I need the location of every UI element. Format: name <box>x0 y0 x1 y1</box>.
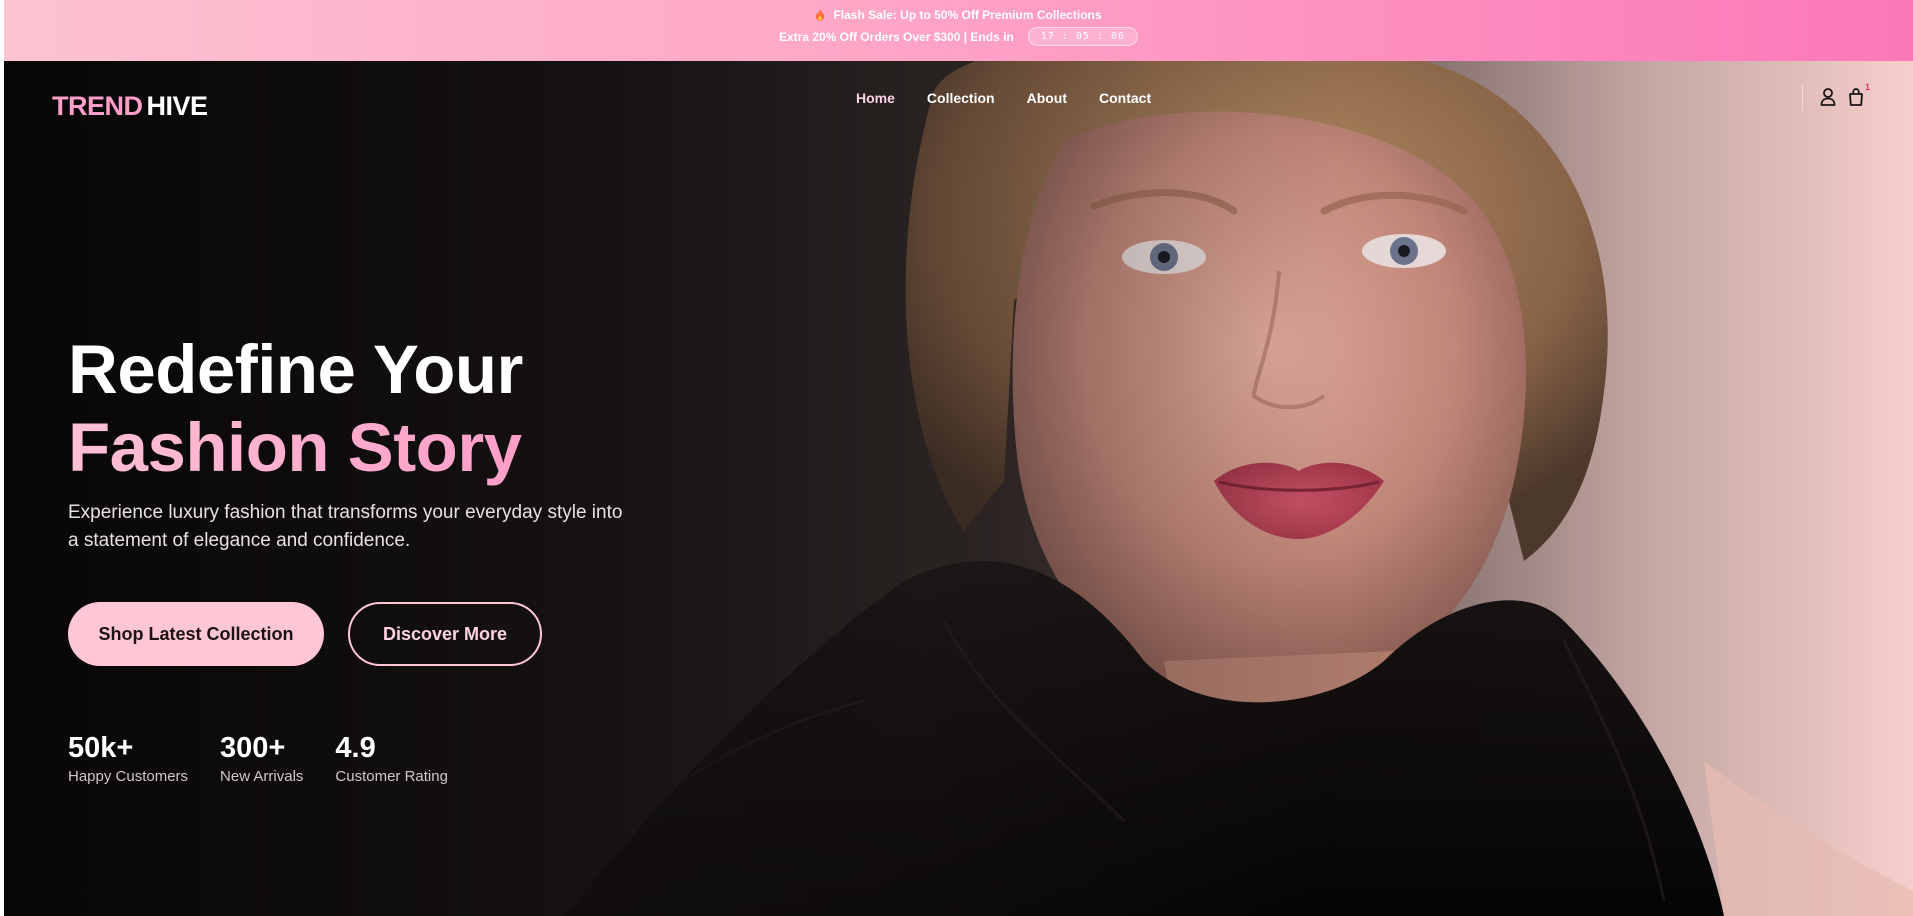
nav-icons: 1 <box>1819 82 1870 108</box>
hero-stats: 50k+ Happy Customers 300+ New Arrivals 4… <box>68 731 448 787</box>
cart-count-badge: 1 <box>1864 82 1870 92</box>
hero-headline: Redefine Your Fashion Story <box>68 331 523 487</box>
stat-value: 300+ <box>220 732 286 764</box>
brand-logo-part-1: TREND <box>52 91 143 121</box>
stat-value: 50k+ <box>68 732 134 764</box>
headline-line-1: Redefine Your <box>68 331 523 408</box>
nav-contact[interactable]: Contact <box>1099 90 1151 106</box>
nav-collection[interactable]: Collection <box>927 90 995 106</box>
nav-divider <box>1802 85 1803 111</box>
stat-label: Customer Rating <box>335 768 448 785</box>
headline-line-2: Fashion Story <box>68 409 522 486</box>
account-button[interactable] <box>1819 86 1837 108</box>
stat-customer-rating: 4.9 Customer Rating <box>335 731 448 787</box>
promo-banner: Flash Sale: Up to 50% Off Premium Collec… <box>4 0 1913 61</box>
shop-latest-collection-button[interactable]: Shop Latest Collection <box>68 602 324 666</box>
brand-logo[interactable]: TREND HIVE <box>52 91 208 122</box>
page: Flash Sale: Up to 50% Off Premium Collec… <box>4 0 1913 916</box>
discover-more-button[interactable]: Discover More <box>348 602 542 666</box>
main-nav: Home Collection About Contact <box>856 90 1151 106</box>
stat-label: New Arrivals <box>220 768 304 785</box>
shopping-bag-icon <box>1849 88 1863 106</box>
stat-value: 4.9 <box>335 732 376 764</box>
promo-line-2: Extra 20% Off Orders Over $300 | Ends in… <box>4 27 1913 46</box>
stat-happy-customers: 50k+ Happy Customers <box>68 731 188 787</box>
hero-overlay <box>4 61 1913 916</box>
cart-button[interactable]: 1 <box>1847 82 1870 108</box>
extra-discount-text: Extra 20% Off Orders Over $300 | Ends in <box>778 29 1014 44</box>
brand-logo-part-2: HIVE <box>146 91 209 121</box>
hero-section: Redefine Your Fashion Story Experience l… <box>4 61 1913 916</box>
nav-home[interactable]: Home <box>856 90 895 106</box>
navbar: TRENDHIVE Home Collection About Contact <box>4 61 1913 143</box>
hero-subtitle: Experience luxury fashion that transform… <box>68 502 623 551</box>
flash-sale-text: Flash Sale: Up to 50% Off Premium Collec… <box>833 8 1102 22</box>
promo-line-1: Flash Sale: Up to 50% Off Premium Collec… <box>4 8 1913 22</box>
user-icon <box>1820 88 1836 106</box>
countdown-timer: 17 : 05 : 06 <box>1027 27 1139 46</box>
nav-about[interactable]: About <box>1027 90 1067 106</box>
stat-label: Happy Customers <box>68 768 189 785</box>
stat-new-arrivals: 300+ New Arrivals <box>220 731 303 787</box>
fire-icon <box>816 9 825 21</box>
